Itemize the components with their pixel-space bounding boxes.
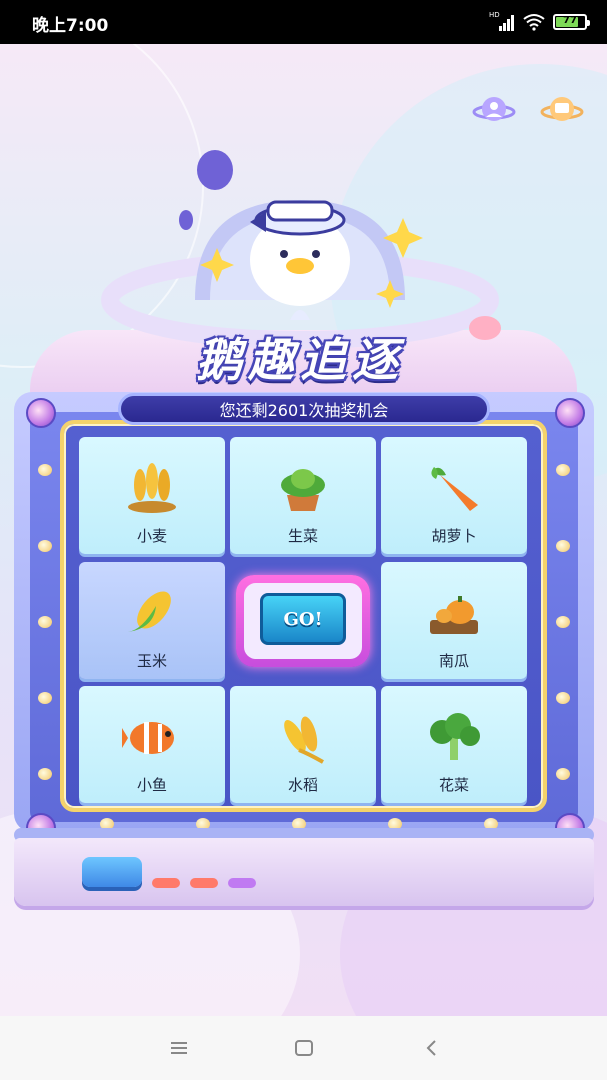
prize-label: 生菜 bbox=[287, 527, 318, 545]
corn-icon bbox=[128, 591, 171, 632]
prize-cell-corn[interactable]: 玉米 bbox=[79, 562, 225, 679]
prize-cell-rice[interactable]: 水稻 bbox=[230, 686, 376, 803]
wheat-icon bbox=[128, 463, 176, 513]
prize-label: 胡萝卜 bbox=[431, 527, 477, 545]
pumpkin-icon bbox=[430, 596, 478, 634]
light-icon bbox=[556, 616, 570, 628]
home-icon[interactable] bbox=[292, 1036, 316, 1060]
light-icon bbox=[556, 540, 570, 552]
prize-cell-pumpkin[interactable]: 南瓜 bbox=[381, 562, 527, 679]
system-nav-bar bbox=[0, 1016, 607, 1080]
go-button[interactable]: GO! bbox=[260, 593, 346, 645]
light-icon bbox=[38, 768, 52, 780]
broccoli-icon bbox=[430, 713, 480, 760]
wifi-icon bbox=[523, 14, 545, 31]
light-icon bbox=[38, 692, 52, 704]
back-icon[interactable] bbox=[420, 1036, 444, 1060]
prize-label: 南瓜 bbox=[438, 652, 469, 670]
indicator-light bbox=[152, 878, 180, 888]
shop-button[interactable] bbox=[540, 90, 584, 130]
status-icons: HD 77 bbox=[489, 11, 590, 33]
battery-icon: 77 bbox=[553, 14, 590, 30]
prize-label: 花菜 bbox=[438, 776, 469, 794]
prize-label: 小麦 bbox=[136, 527, 167, 545]
carrot-icon bbox=[431, 467, 478, 511]
lettuce-icon bbox=[281, 469, 325, 511]
indicator-light bbox=[228, 878, 256, 888]
planet-avatar-icon bbox=[472, 97, 516, 121]
prize-label: 小鱼 bbox=[136, 776, 167, 794]
light-icon bbox=[556, 692, 570, 704]
menu-icon[interactable] bbox=[167, 1036, 191, 1060]
machine-lever-button bbox=[82, 857, 142, 887]
prize-cell-fish[interactable]: 小鱼 bbox=[79, 686, 225, 803]
battery-level: 77 bbox=[563, 15, 577, 26]
hd-label: HD bbox=[489, 11, 500, 19]
prize-cell-wheat[interactable]: 小麦 bbox=[79, 437, 225, 554]
chances-remaining: 您还剩2601次抽奖机会 bbox=[118, 393, 490, 425]
prize-label: 水稻 bbox=[287, 776, 318, 794]
profile-button[interactable] bbox=[472, 90, 516, 130]
corner-gem-icon bbox=[26, 398, 56, 428]
light-icon bbox=[38, 616, 52, 628]
prize-cell-lettuce[interactable]: 生菜 bbox=[230, 437, 376, 554]
planet-shop-icon bbox=[540, 97, 584, 121]
go-button-frame: GO! bbox=[236, 575, 370, 667]
prize-cell-broccoli[interactable]: 花菜 bbox=[381, 686, 527, 803]
status-bar: 晚上7:00 HD 77 bbox=[0, 0, 607, 44]
fish-icon bbox=[122, 722, 174, 754]
prize-label: 玉米 bbox=[136, 652, 167, 670]
light-icon bbox=[556, 464, 570, 476]
corner-gem-icon bbox=[555, 398, 585, 428]
light-icon bbox=[556, 768, 570, 780]
game-title: 鹅趣追逐 bbox=[196, 333, 404, 387]
light-icon bbox=[38, 540, 52, 552]
light-icon bbox=[38, 464, 52, 476]
prize-cell-carrot[interactable]: 胡萝卜 bbox=[381, 437, 527, 554]
signal-icon: HD bbox=[489, 11, 515, 31]
indicator-light bbox=[190, 878, 218, 888]
rice-icon bbox=[284, 716, 324, 764]
status-time: 晚上7:00 bbox=[32, 16, 109, 36]
